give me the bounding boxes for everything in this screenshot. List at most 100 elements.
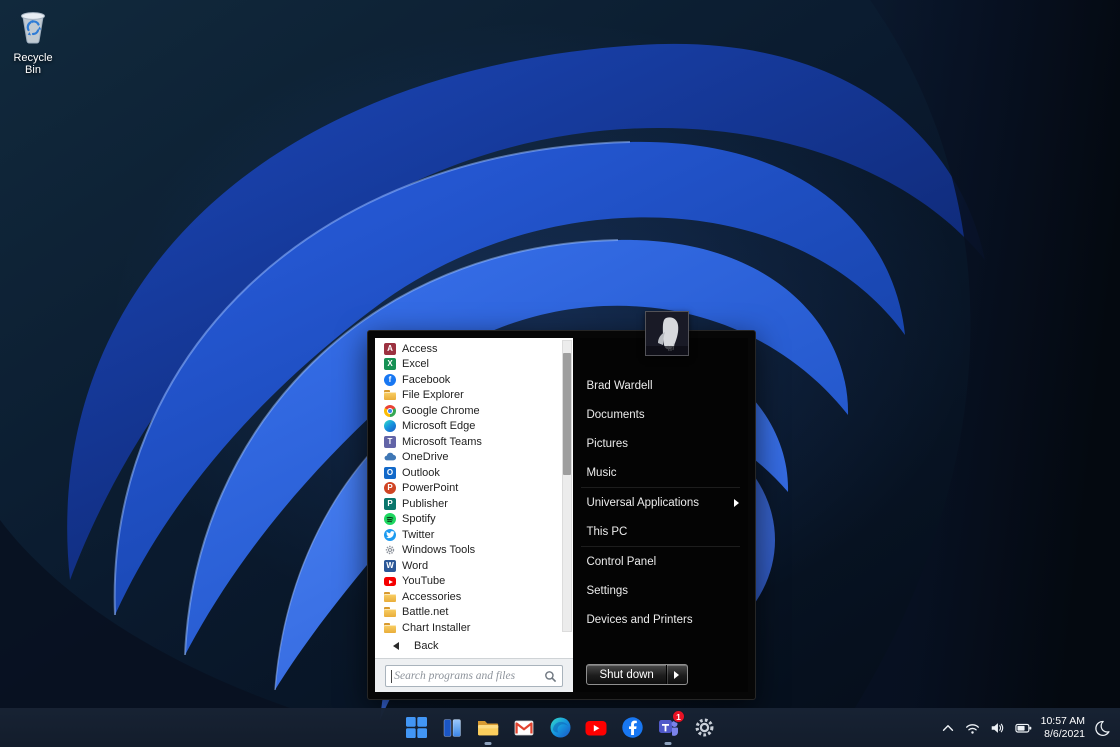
program-item-onedrive[interactable]: OneDrive bbox=[375, 450, 573, 466]
search-box bbox=[385, 664, 564, 687]
onedrive-icon bbox=[384, 451, 396, 463]
file-explorer-icon bbox=[384, 389, 396, 401]
start-button[interactable] bbox=[398, 708, 434, 747]
shutdown-button-group: Shut down bbox=[586, 664, 688, 685]
user-avatar[interactable] bbox=[645, 311, 689, 356]
program-item-label: Google Chrome bbox=[402, 404, 480, 417]
menu-item-control-panel[interactable]: Control Panel bbox=[573, 547, 748, 576]
settings-button[interactable] bbox=[686, 708, 722, 747]
program-item-label: Microsoft Teams bbox=[402, 435, 482, 448]
tray-overflow-chevron-icon[interactable] bbox=[940, 720, 956, 736]
menu-item-this-pc[interactable]: This PC bbox=[573, 517, 748, 546]
teams-button[interactable]: 1 bbox=[650, 708, 686, 747]
edge-icon bbox=[550, 717, 570, 738]
settings-gear-icon bbox=[695, 718, 713, 737]
windows-tools-icon bbox=[384, 544, 396, 556]
facebook-icon: f bbox=[384, 373, 396, 386]
menu-item-label: Devices and Printers bbox=[586, 613, 693, 626]
program-item-label: Chart Installer bbox=[402, 621, 471, 634]
submenu-arrow-icon bbox=[734, 498, 739, 507]
night-light-moon-icon[interactable] bbox=[1093, 719, 1111, 737]
menu-item-settings[interactable]: Settings bbox=[573, 576, 748, 605]
program-list: A Access X Excel f Facebook File Explorer Googl… bbox=[375, 338, 573, 634]
program-item-label: File Explorer bbox=[402, 389, 464, 402]
right-arrow-icon bbox=[674, 670, 680, 679]
microsoft-edge-icon bbox=[384, 420, 396, 433]
program-item-windows-tools[interactable]: Windows Tools bbox=[375, 543, 573, 559]
menu-item-documents[interactable]: Documents bbox=[573, 400, 748, 429]
menu-item-label: Music bbox=[586, 466, 617, 479]
scrollbar-thumb[interactable] bbox=[563, 353, 572, 475]
program-item-outlook[interactable]: O Outlook bbox=[375, 465, 573, 481]
powerpoint-icon: P bbox=[384, 482, 396, 495]
program-item-google-chrome[interactable]: Google Chrome bbox=[375, 403, 573, 419]
menu-item-label: This PC bbox=[586, 525, 628, 538]
program-item-label: Access bbox=[402, 342, 438, 355]
shutdown-button[interactable]: Shut down bbox=[587, 665, 665, 684]
spotify-icon bbox=[384, 513, 396, 526]
youtube-button[interactable] bbox=[578, 708, 614, 747]
menu-item-music[interactable]: Music bbox=[573, 458, 748, 487]
search-input[interactable] bbox=[386, 665, 563, 686]
menu-item-label: Settings bbox=[586, 584, 629, 597]
program-item-label: OneDrive bbox=[402, 451, 449, 464]
start-menu: A Access X Excel f Facebook File Explorer Googl… bbox=[367, 330, 756, 700]
file-explorer-button[interactable] bbox=[470, 708, 506, 747]
user-avatar-image bbox=[646, 312, 688, 355]
program-item-excel[interactable]: X Excel bbox=[375, 357, 573, 373]
edge-button[interactable] bbox=[542, 708, 578, 747]
program-item-access[interactable]: A Access bbox=[375, 341, 573, 357]
facebook-button[interactable] bbox=[614, 708, 650, 747]
microsoft-teams-icon: T bbox=[384, 435, 396, 448]
menu-item-brad-wardell[interactable]: Brad Wardell bbox=[573, 371, 748, 400]
volume-icon[interactable] bbox=[989, 720, 1006, 736]
program-list-scrollbar[interactable] bbox=[562, 340, 573, 632]
excel-icon: X bbox=[384, 358, 396, 371]
menu-item-label: Control Panel bbox=[586, 555, 657, 568]
desktop: Recycle Bin A Access X Excel f Facebook File E… bbox=[0, 0, 1120, 747]
teams-notification-badge: 1 bbox=[672, 710, 685, 723]
menu-item-devices-and-printers[interactable]: Devices and Printers bbox=[573, 605, 748, 634]
tray-date: 8/6/2021 bbox=[1044, 727, 1085, 740]
running-indicator bbox=[664, 742, 672, 745]
program-item-label: Accessories bbox=[402, 590, 462, 603]
program-item-label: Publisher bbox=[402, 497, 448, 510]
program-item-file-explorer[interactable]: File Explorer bbox=[375, 388, 573, 404]
program-item-label: Battle.net bbox=[402, 606, 449, 619]
back-button[interactable]: Back bbox=[375, 634, 574, 658]
recycle-bin-icon bbox=[21, 12, 45, 44]
task-view-button[interactable] bbox=[434, 708, 470, 747]
program-item-label: Spotify bbox=[402, 513, 436, 526]
accessories-icon bbox=[384, 591, 396, 603]
gmail-icon bbox=[514, 720, 534, 735]
program-item-spotify[interactable]: Spotify bbox=[375, 512, 573, 528]
wifi-icon[interactable] bbox=[964, 720, 981, 736]
program-item-label: Outlook bbox=[402, 466, 440, 479]
menu-item-pictures[interactable]: Pictures bbox=[573, 429, 748, 458]
file-explorer-icon bbox=[478, 720, 499, 735]
shutdown-options-arrow[interactable] bbox=[667, 665, 687, 684]
recycle-bin[interactable]: Recycle Bin bbox=[4, 5, 62, 76]
program-item-accessories[interactable]: Accessories bbox=[375, 589, 573, 605]
program-item-label: PowerPoint bbox=[402, 482, 459, 495]
program-item-word[interactable]: W Word bbox=[375, 558, 573, 574]
program-item-microsoft-teams[interactable]: T Microsoft Teams bbox=[375, 434, 573, 450]
battery-icon[interactable] bbox=[1014, 720, 1033, 736]
program-item-powerpoint[interactable]: P PowerPoint bbox=[375, 481, 573, 497]
back-arrow-icon bbox=[393, 642, 399, 650]
start-menu-program-panel: A Access X Excel f Facebook File Explorer Googl… bbox=[375, 338, 574, 692]
program-item-youtube[interactable]: YouTube bbox=[375, 574, 573, 590]
program-item-publisher[interactable]: P Publisher bbox=[375, 496, 573, 512]
tray-time: 10:57 AM bbox=[1040, 715, 1085, 727]
taskbar-icons: 1 bbox=[398, 708, 722, 747]
search-band bbox=[375, 658, 574, 692]
taskbar-clock[interactable]: 10:57 AM 8/6/2021 bbox=[1041, 715, 1085, 740]
program-item-facebook[interactable]: f Facebook bbox=[375, 372, 573, 388]
program-item-microsoft-edge[interactable]: Microsoft Edge bbox=[375, 419, 573, 435]
program-item-battle-net[interactable]: Battle.net bbox=[375, 605, 573, 621]
program-item-twitter[interactable]: Twitter bbox=[375, 527, 573, 543]
search-icon[interactable] bbox=[544, 670, 557, 683]
gmail-button[interactable] bbox=[506, 708, 542, 747]
menu-item-universal-applications[interactable]: Universal Applications bbox=[573, 488, 748, 517]
program-item-chart-installer[interactable]: Chart Installer bbox=[375, 620, 573, 634]
